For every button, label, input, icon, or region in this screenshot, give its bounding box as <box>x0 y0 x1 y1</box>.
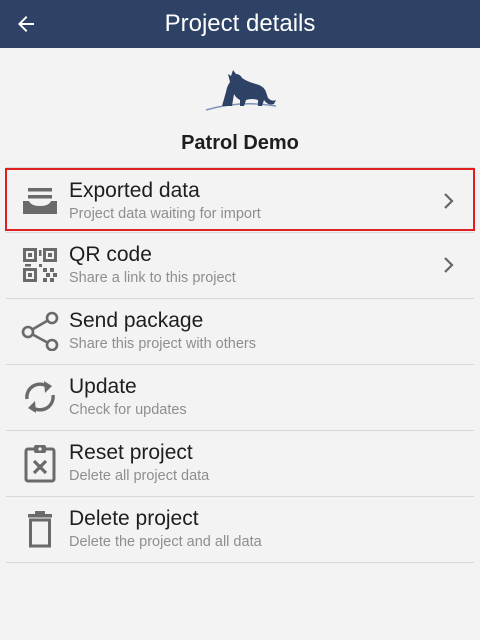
exported-data-row[interactable]: Exported data Project data waiting for i… <box>5 168 475 231</box>
row-title: QR code <box>69 243 152 266</box>
share-icon <box>20 311 60 351</box>
clipboard-x-icon <box>20 443 60 483</box>
row-subtitle: Delete the project and all data <box>69 534 262 550</box>
row-subtitle: Project data waiting for import <box>69 206 261 222</box>
row-title: Exported data <box>69 179 200 202</box>
qr-code-row[interactable]: QR code Share a link to this project <box>6 233 474 298</box>
sync-icon <box>20 377 60 417</box>
arrow-left-icon <box>18 16 34 32</box>
tray-icon <box>20 181 60 221</box>
update-row[interactable]: Update Check for updates <box>6 365 474 430</box>
jaguar-logo-icon <box>205 70 277 111</box>
row-title: Send package <box>69 309 204 332</box>
chevron-right-icon <box>442 255 456 275</box>
chevron-right-icon <box>442 191 456 211</box>
reset-project-row[interactable]: Reset project Delete all project data <box>6 431 474 496</box>
row-subtitle: Delete all project data <box>69 468 210 484</box>
row-title: Reset project <box>69 441 193 464</box>
app-bar: Project details <box>0 0 480 48</box>
divider <box>6 562 474 563</box>
send-package-row[interactable]: Send package Share this project with oth… <box>6 299 474 364</box>
delete-project-row[interactable]: Delete project Delete the project and al… <box>6 497 474 562</box>
row-title: Update <box>69 375 137 398</box>
row-subtitle: Check for updates <box>69 402 187 418</box>
row-subtitle: Share a link to this project <box>69 270 236 286</box>
row-title: Delete project <box>69 507 199 530</box>
qr-code-icon <box>20 245 60 285</box>
row-subtitle: Share this project with others <box>69 336 256 352</box>
page-title: Project details <box>164 10 316 37</box>
project-name: Patrol Demo <box>181 132 299 154</box>
back-button[interactable] <box>6 4 46 44</box>
trash-icon <box>20 509 60 549</box>
